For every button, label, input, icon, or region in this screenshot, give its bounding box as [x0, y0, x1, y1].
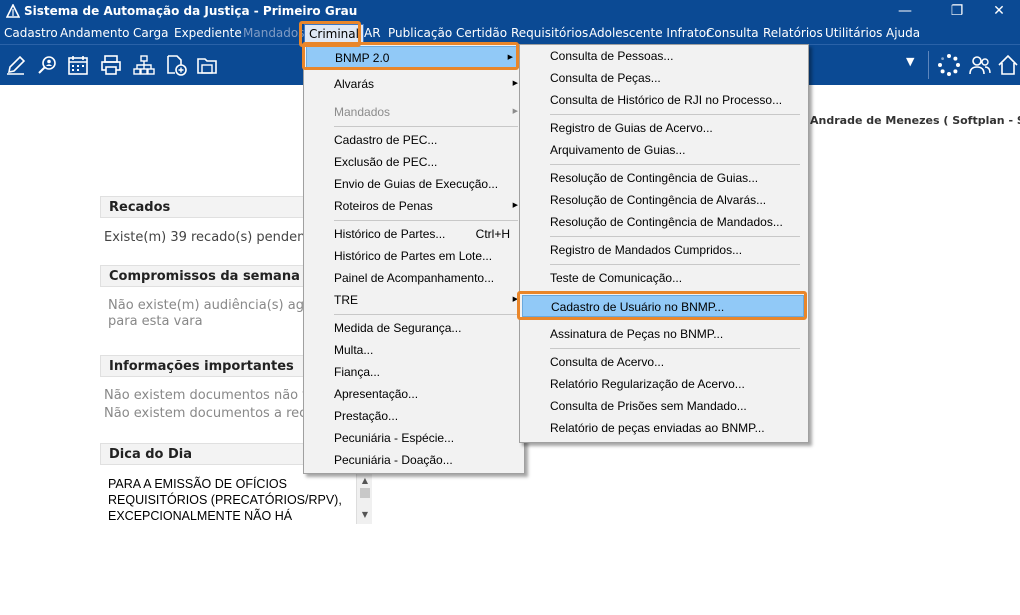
submenu-item-arquivamento-guias[interactable]: Arquivamento de Guias... [520, 139, 808, 161]
calendar-icon[interactable] [66, 53, 90, 77]
menu-requisitorios[interactable]: Requisitórios [511, 26, 588, 40]
dropdown-arrow-icon[interactable]: ▼ [906, 55, 920, 69]
submenu-item-contingencia-guias[interactable]: Resolução de Contingência de Guias... [520, 167, 808, 189]
menu-expediente[interactable]: Expediente [174, 26, 242, 40]
menu-andamento[interactable]: Andamento [60, 26, 130, 40]
submenu-item-contingencia-mandados[interactable]: Resolução de Contingência de Mandados... [520, 211, 808, 233]
submenu-item-historico-rji[interactable]: Consulta de Histórico de RJI no Processo… [520, 89, 808, 111]
toolbar-divider [928, 51, 929, 79]
criminal-menu: BNMP 2.0 ▶ Alvarás ▶ Mandados ▶ Cadastro de… [303, 44, 525, 474]
menu-item-mandados: Mandados ▶ [304, 101, 524, 123]
submenu-item-registro-guias[interactable]: Registro de Guias de Acervo... [520, 117, 808, 139]
menu-item-historico-partes-lote[interactable]: Histórico de Partes em Lote... [304, 245, 524, 267]
menu-item-pecuniaria-doacao[interactable]: Pecuniária - Doação... [304, 449, 524, 471]
org-chart-icon[interactable] [132, 53, 156, 77]
menu-item-apresentacao[interactable]: Apresentação... [304, 383, 524, 405]
dica-header: Dica do Dia [100, 443, 310, 465]
menu-item-painel-acompanhamento[interactable]: Painel de Acompanhamento... [304, 267, 524, 289]
cadastro-usuario-callout-box [517, 291, 807, 320]
menu-utilitarios[interactable]: Utilitários [825, 26, 882, 40]
dica-scrollbar[interactable]: ▲ ▼ [356, 474, 372, 524]
menu-ajuda[interactable]: Ajuda [886, 26, 920, 40]
menu-item-roteiros-penas[interactable]: Roteiros de Penas ▶ [304, 195, 524, 217]
loading-spinner-icon [938, 54, 960, 76]
menu-item-pecuniaria-especie[interactable]: Pecuniária - Espécie... [304, 427, 524, 449]
title-bar: Sistema de Automação da Justiça - Primei… [0, 0, 1020, 22]
menu-item-medida-seguranca[interactable]: Medida de Segurança... [304, 317, 524, 339]
dica-text-box[interactable]: PARA A EMISSÃO DE OFÍCIOS REQUISITÓRIOS … [104, 474, 372, 526]
menu-relatorios[interactable]: Relatórios [763, 26, 823, 40]
informacoes-line-1: Não existem documentos não finalizados [104, 388, 306, 403]
submenu-arrow-icon: ▶ [512, 202, 518, 209]
search-people-icon[interactable] [36, 53, 60, 77]
minimize-button[interactable]: — [882, 0, 928, 22]
close-button[interactable]: ✕ [976, 0, 1020, 22]
submenu-item-assinatura-pecas[interactable]: Assinatura de Peças no BNMP... [520, 323, 808, 345]
document-add-icon[interactable] [164, 53, 188, 77]
bnmp-submenu: Consulta de Pessoas... Consulta de Peças… [519, 44, 809, 443]
menu-ar[interactable]: AR [364, 26, 381, 40]
printer-icon[interactable] [99, 53, 123, 77]
informacoes-line-2: Não existem documentos a recuperar [104, 406, 306, 421]
menu-separator [550, 114, 800, 115]
submenu-item-relatorio-pecas[interactable]: Relatório de peças enviadas ao BNMP... [520, 417, 808, 439]
menu-mandados: Mandados [243, 26, 305, 40]
menu-item-historico-partes[interactable]: Histórico de Partes... Ctrl+H [304, 223, 524, 245]
restore-button[interactable]: ❐ [934, 0, 980, 22]
menu-item-tre[interactable]: TRE ▶ [304, 289, 524, 311]
submenu-item-consulta-acervo[interactable]: Consulta de Acervo... [520, 351, 808, 373]
recados-text[interactable]: Existe(m) 39 recado(s) pendente(s) [104, 230, 306, 246]
submenu-item-consulta-prisoes[interactable]: Consulta de Prisões sem Mandado... [520, 395, 808, 417]
submenu-item-contingencia-alvaras[interactable]: Resolução de Contingência de Alvarás... [520, 189, 808, 211]
menu-item-exclusao-pec[interactable]: Exclusão de PEC... [304, 151, 524, 173]
bnmp-callout-box [302, 42, 519, 70]
menu-item-cadastro-pec[interactable]: Cadastro de PEC... [304, 129, 524, 151]
submenu-arrow-icon: ▶ [512, 108, 518, 115]
menu-bar: Cadastro Andamento Carga Expediente Mand… [0, 22, 1020, 44]
submenu-arrow-icon: ▶ [512, 80, 518, 87]
menu-adolescente-infrator[interactable]: Adolescente Infrator [589, 26, 711, 40]
compromissos-line-1: Não existe(m) audiência(s) agendada(s) [108, 298, 310, 313]
compromissos-header: Compromissos da semana [100, 265, 310, 287]
menu-item-alvaras[interactable]: Alvarás ▶ [304, 73, 524, 95]
recados-header: Recados [100, 196, 310, 218]
menu-certidao[interactable]: Certidão [456, 26, 507, 40]
folder-icon[interactable] [195, 53, 219, 77]
menu-separator [550, 164, 800, 165]
logged-user-label: Andrade de Menezes ( Softplan - SP ) [810, 114, 1020, 127]
submenu-item-teste-comunicacao[interactable]: Teste de Comunicação... [520, 267, 808, 289]
menu-cadastro[interactable]: Cadastro [4, 26, 58, 40]
menu-separator [334, 126, 518, 127]
menu-separator [334, 314, 518, 315]
menu-separator [550, 264, 800, 265]
submenu-item-consulta-pecas[interactable]: Consulta de Peças... [520, 67, 808, 89]
window-title: Sistema de Automação da Justiça - Primei… [24, 4, 358, 18]
scroll-thumb[interactable] [360, 488, 370, 498]
menu-separator [550, 348, 800, 349]
compromissos-line-2: para esta vara [108, 314, 203, 329]
edit-icon[interactable] [4, 53, 28, 77]
informacoes-header: Informações importantes [100, 355, 310, 377]
submenu-item-registro-mandados[interactable]: Registro de Mandados Cumpridos... [520, 239, 808, 261]
app-logo-icon [6, 4, 20, 18]
users-icon[interactable] [968, 53, 992, 77]
scroll-up-icon[interactable]: ▲ [360, 476, 370, 485]
menu-item-multa[interactable]: Multa... [304, 339, 524, 361]
submenu-item-relatorio-regularizacao[interactable]: Relatório Regularização de Acervo... [520, 373, 808, 395]
menu-separator [334, 220, 518, 221]
home-icon[interactable] [996, 53, 1020, 77]
menu-publicacao[interactable]: Publicação [388, 26, 452, 40]
menu-item-prestacao[interactable]: Prestação... [304, 405, 524, 427]
menu-item-fianca[interactable]: Fiança... [304, 361, 524, 383]
menu-separator [550, 236, 800, 237]
menu-carga[interactable]: Carga [133, 26, 168, 40]
scroll-down-icon[interactable]: ▼ [360, 510, 370, 519]
menu-consulta[interactable]: Consulta [706, 26, 759, 40]
menu-item-envio-guias[interactable]: Envio de Guias de Execução... [304, 173, 524, 195]
dica-text: PARA A EMISSÃO DE OFÍCIOS REQUISITÓRIOS … [108, 477, 342, 523]
submenu-item-consulta-pessoas[interactable]: Consulta de Pessoas... [520, 45, 808, 67]
